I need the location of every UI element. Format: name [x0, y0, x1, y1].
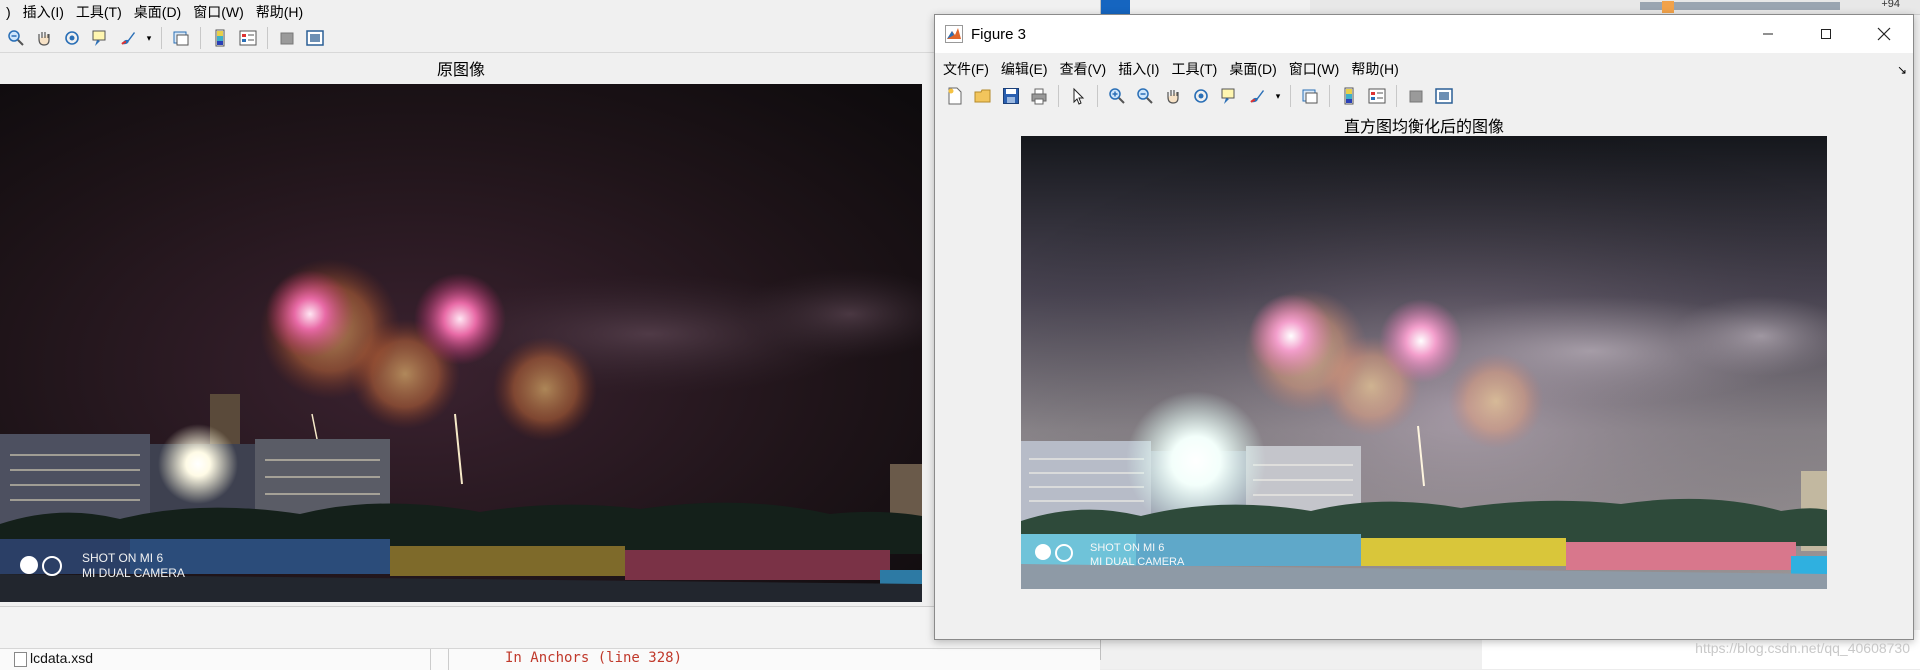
watermark-dot-icon: [20, 556, 38, 574]
background-top-bar: +94: [1310, 0, 1920, 15]
show-plot-tools-icon[interactable]: [304, 27, 326, 49]
dock-arrow-icon[interactable]: ↘: [1897, 63, 1907, 77]
open-folder-icon[interactable]: [972, 85, 994, 107]
toolbar-separator: [1058, 85, 1059, 107]
data-cursor-icon[interactable]: [1218, 85, 1240, 107]
figure3-toolbar: ▾: [935, 81, 1913, 111]
minimize-button[interactable]: [1739, 15, 1797, 53]
original-image: [0, 84, 922, 602]
panel-divider: [448, 649, 449, 670]
watermark-ring-icon: [1055, 544, 1073, 562]
menu-tools[interactable]: 工具(T): [70, 2, 128, 22]
menu-insert[interactable]: 插入(I): [17, 2, 70, 22]
colorbar-icon[interactable]: [1338, 85, 1360, 107]
colorbar-icon[interactable]: [209, 27, 231, 49]
rotate-3d-icon[interactable]: [61, 27, 83, 49]
toolbar-separator: [1290, 85, 1291, 107]
maximize-button[interactable]: [1797, 15, 1855, 53]
toolbar-separator: [1396, 85, 1397, 107]
show-plot-tools-icon[interactable]: [1433, 85, 1455, 107]
matlab-icon: [945, 25, 963, 43]
brush-icon[interactable]: [117, 27, 139, 49]
background-top-text: +94: [1881, 0, 1900, 10]
toolbar-separator: [1329, 85, 1330, 107]
menu-desktop[interactable]: 桌面(D): [1223, 59, 1282, 79]
hide-plot-tools-icon[interactable]: [1405, 85, 1427, 107]
watermark-line2: MI DUAL CAMERA: [1090, 556, 1185, 568]
brush-dropdown-icon[interactable]: ▾: [145, 27, 153, 49]
toolbar-separator: [267, 27, 268, 49]
figure3-window: Figure 3 文件(F) 编辑(E) 查看(V) 插入(I) 工具(T) 桌…: [934, 14, 1914, 640]
legend-icon[interactable]: [1366, 85, 1388, 107]
menu-insert[interactable]: 插入(I): [1112, 59, 1165, 79]
link-plot-icon[interactable]: [170, 27, 192, 49]
legend-icon[interactable]: [237, 27, 259, 49]
rotate-3d-icon[interactable]: [1190, 85, 1212, 107]
brush-dropdown-icon[interactable]: ▾: [1274, 85, 1282, 107]
watermark-ring-icon: [42, 556, 62, 576]
code-snippet: In Anchors (line 328): [505, 650, 683, 666]
pan-hand-icon[interactable]: [1162, 85, 1184, 107]
file-name[interactable]: lcdata.xsd: [30, 650, 93, 666]
menu-edit[interactable]: 编辑(E): [995, 59, 1054, 79]
file-icon: [14, 652, 27, 667]
hide-plot-tools-icon[interactable]: [276, 27, 298, 49]
axes-title-equalized: 直方图均衡化后的图像: [1343, 117, 1504, 136]
window-title: Figure 3: [971, 25, 1027, 43]
link-plot-icon[interactable]: [1299, 85, 1321, 107]
zoom-out-icon[interactable]: [5, 27, 27, 49]
menu-view-partial[interactable]: ): [0, 4, 17, 20]
toolbar-separator: [161, 27, 162, 49]
menu-help[interactable]: 帮助(H): [250, 2, 309, 22]
window-controls: [1739, 15, 1913, 53]
panel-divider: [430, 649, 431, 670]
zoom-out-icon[interactable]: [1134, 85, 1156, 107]
pan-hand-icon[interactable]: [33, 27, 55, 49]
toolbar-separator: [1097, 85, 1098, 107]
url-watermark: https://blog.csdn.net/qq_40608730: [1695, 640, 1910, 656]
equalized-image: [1021, 136, 1827, 589]
background-orange-icon: [1662, 1, 1674, 13]
brush-icon[interactable]: [1246, 85, 1268, 107]
figure3-titlebar[interactable]: Figure 3: [935, 15, 1913, 53]
menu-help[interactable]: 帮助(H): [1345, 59, 1404, 79]
close-button[interactable]: [1855, 15, 1913, 53]
menu-view[interactable]: 查看(V): [1054, 59, 1113, 79]
menu-desktop[interactable]: 桌面(D): [128, 2, 187, 22]
watermark-circles: [20, 556, 62, 576]
menu-window[interactable]: 窗口(W): [1283, 59, 1346, 79]
zoom-in-icon[interactable]: [1106, 85, 1128, 107]
watermark-circles: [1035, 544, 1073, 562]
edit-plot-arrow-icon[interactable]: [1067, 85, 1089, 107]
watermark-text: SHOT ON MI 6 MI DUAL CAMERA: [82, 551, 185, 581]
figure3-menubar: 文件(F) 编辑(E) 查看(V) 插入(I) 工具(T) 桌面(D) 窗口(W…: [935, 57, 1913, 81]
watermark-dot-icon: [1035, 544, 1051, 560]
menu-tools[interactable]: 工具(T): [1165, 59, 1223, 79]
new-figure-icon[interactable]: [944, 85, 966, 107]
watermark-text: SHOT ON MI 6 MI DUAL CAMERA: [1090, 541, 1184, 569]
data-cursor-icon[interactable]: [89, 27, 111, 49]
watermark-line1: SHOT ON MI 6: [1090, 542, 1165, 554]
save-icon[interactable]: [1000, 85, 1022, 107]
watermark-line1: SHOT ON MI 6: [82, 551, 164, 565]
watermark-line2: MI DUAL CAMERA: [82, 566, 185, 580]
axes-title-original: 原图像: [436, 60, 485, 79]
toolbar-separator: [200, 27, 201, 49]
print-icon[interactable]: [1028, 85, 1050, 107]
menu-window[interactable]: 窗口(W): [187, 2, 250, 22]
menu-file[interactable]: 文件(F): [937, 59, 995, 79]
background-file-strip: lcdata.xsd In Anchors (line 328): [0, 648, 1100, 670]
